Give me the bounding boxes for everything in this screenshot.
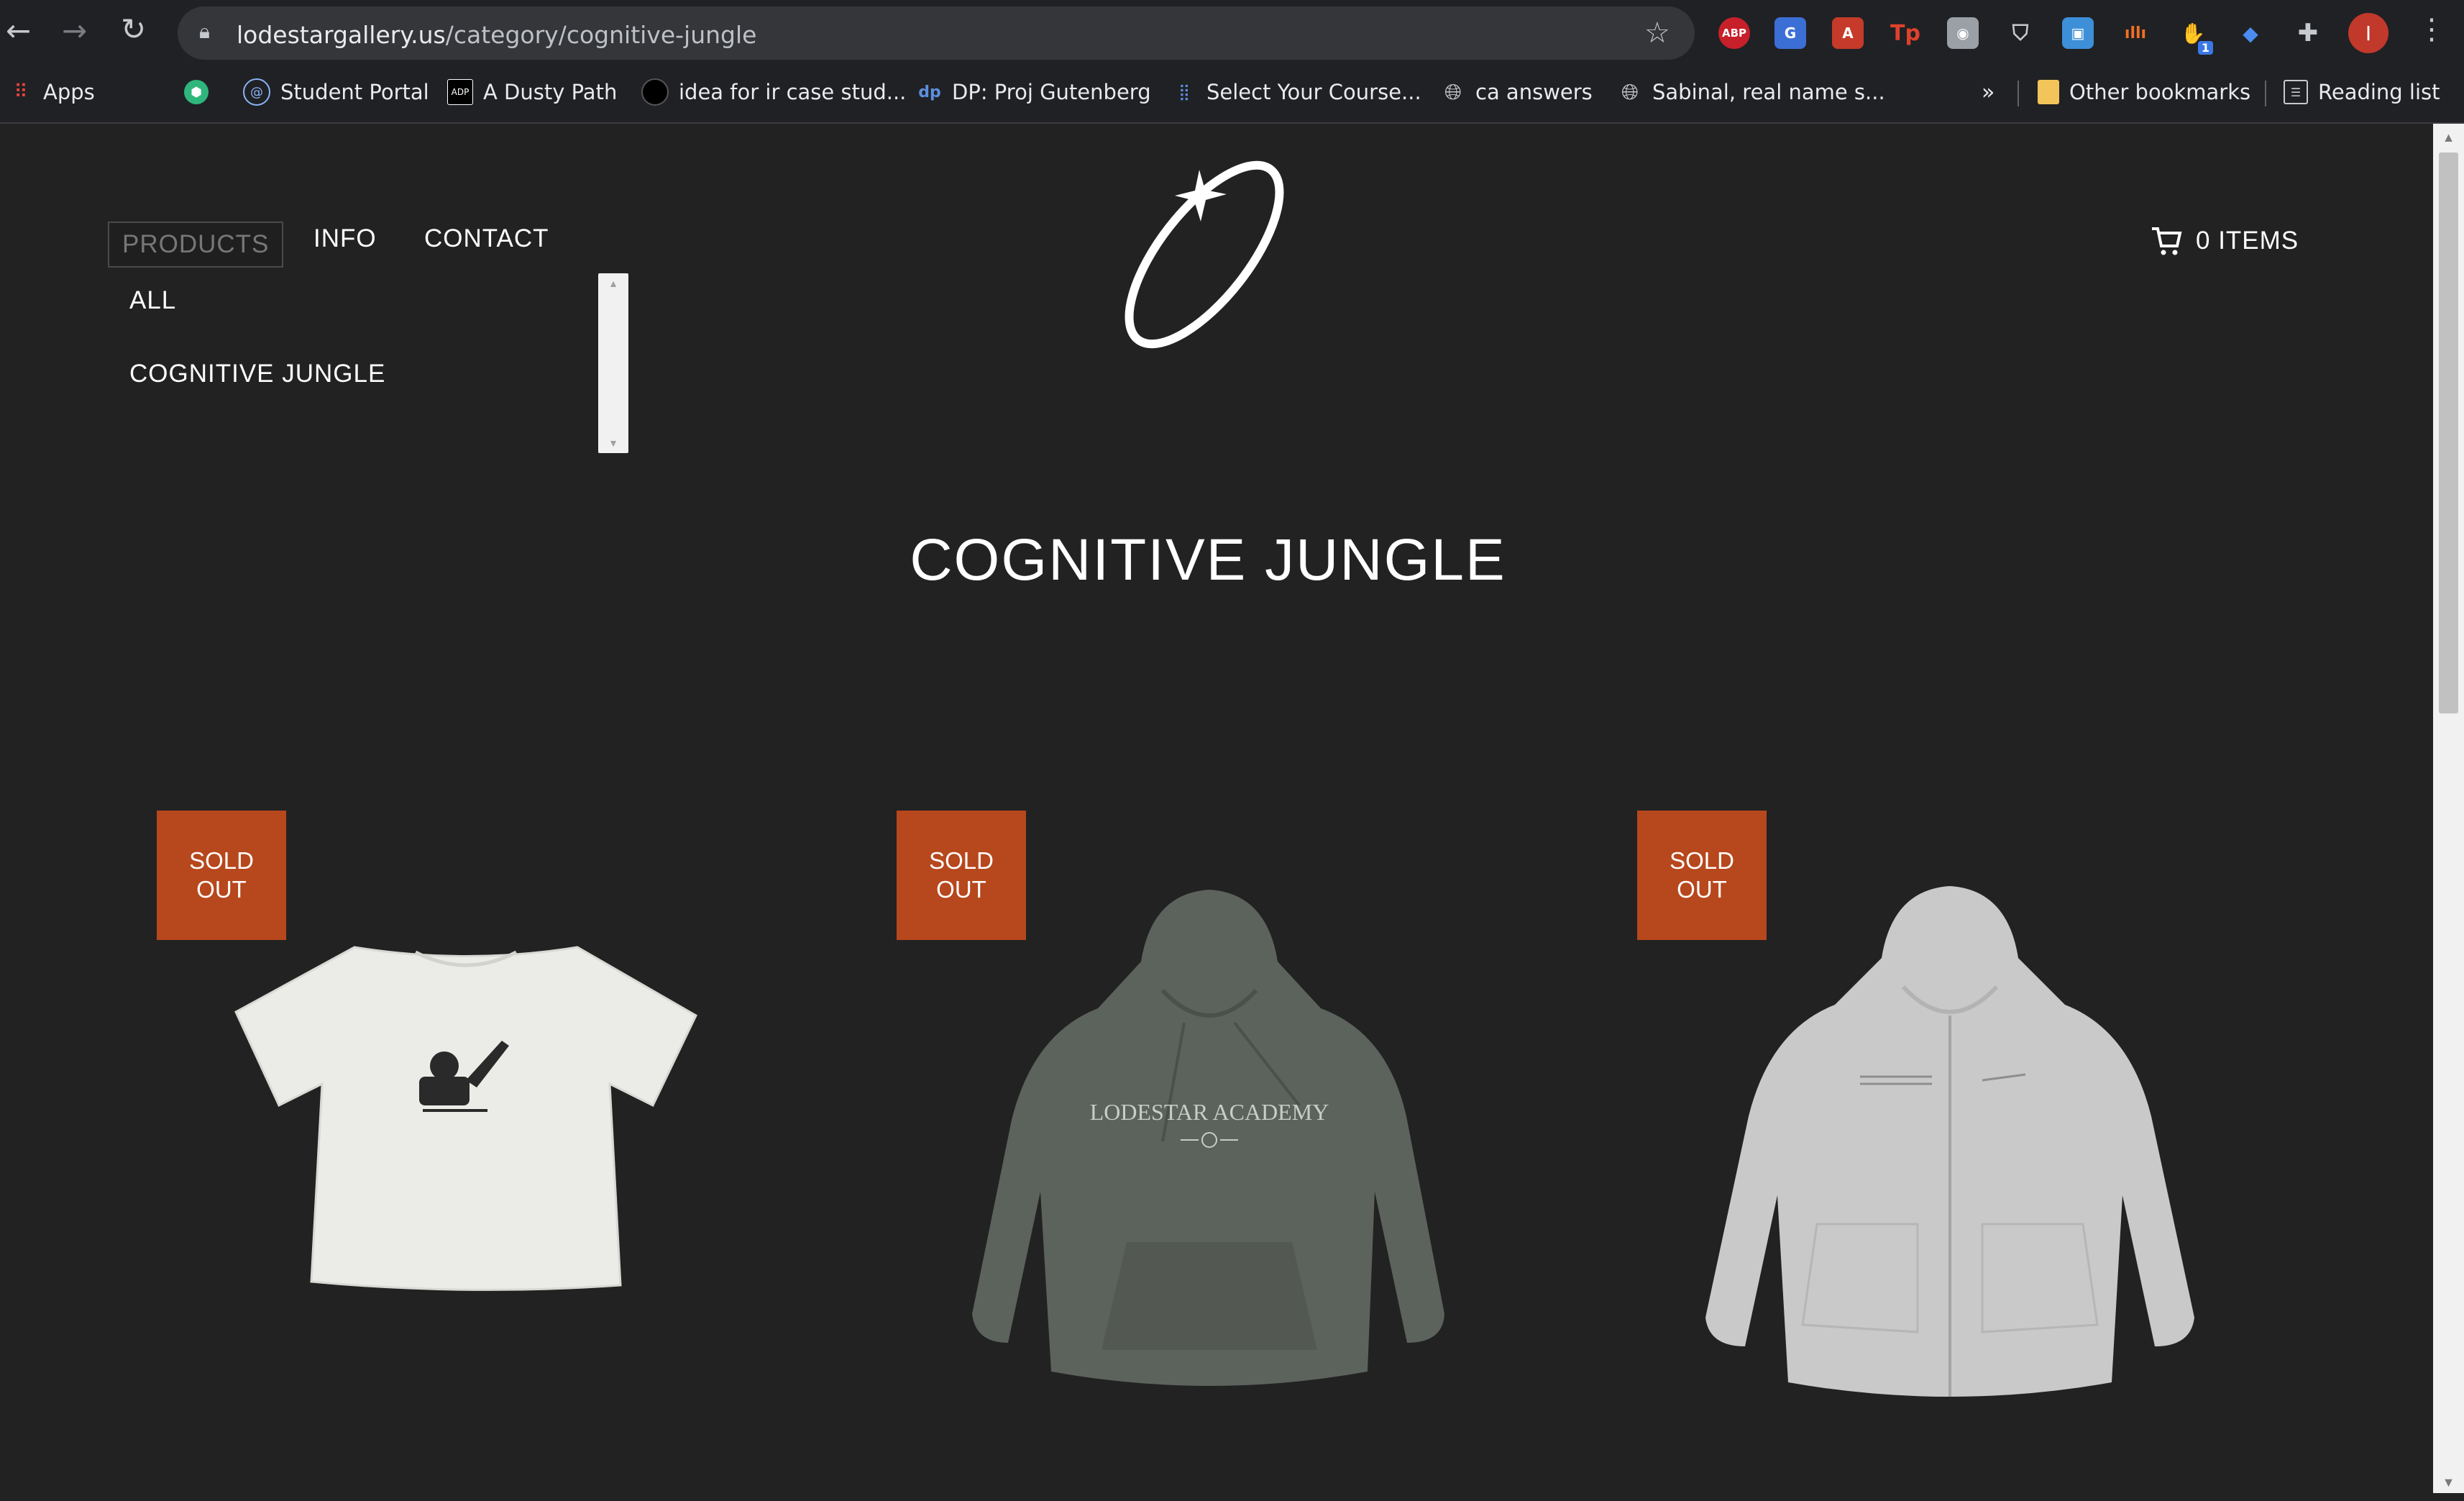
cart-icon bbox=[2152, 227, 2182, 255]
scroll-down-arrow-icon[interactable]: ▼ bbox=[598, 437, 628, 449]
page-title: COGNITIVE JUNGLE bbox=[910, 527, 1506, 593]
hand-icon[interactable]: ✋ 1 bbox=[2177, 17, 2213, 55]
bookmarks-overflow-button[interactable]: » bbox=[1982, 76, 1994, 108]
lock-icon: 🔒︎ bbox=[199, 19, 210, 43]
avatar[interactable]: I bbox=[2348, 13, 2389, 53]
product-card[interactable]: SOLD OUT bbox=[157, 811, 703, 1501]
product-image-tshirt[interactable] bbox=[229, 936, 703, 1296]
shield-icon: ⬢ bbox=[184, 80, 209, 104]
translate-icon[interactable]: G bbox=[1774, 17, 1806, 49]
url-text[interactable]: lodestargallery.us/category/cognitive-ju… bbox=[237, 21, 756, 49]
bookmark-dusty-path[interactable]: ADP A Dusty Path bbox=[447, 76, 617, 108]
nav-info[interactable]: INFO bbox=[313, 224, 377, 253]
cart-count: 0 ITEMS bbox=[2196, 227, 2299, 255]
bookmark-sabinal[interactable]: 🌐︎ Sabinal, real name s... bbox=[1618, 76, 1885, 108]
dp-icon: dp bbox=[918, 83, 941, 101]
adp-icon: ADP bbox=[447, 79, 473, 105]
back-icon[interactable]: ← bbox=[6, 13, 31, 48]
scroll-up-arrow-icon[interactable]: ▲ bbox=[598, 278, 628, 289]
bookmarks-bar: ⠿ Apps ⬢ @ Student Portal ADP A Dusty Pa… bbox=[0, 69, 2464, 112]
dots-icon: ⣿ bbox=[1178, 83, 1191, 101]
reload-icon[interactable]: ↻ bbox=[121, 12, 146, 47]
lodestar-logo[interactable] bbox=[1093, 147, 1309, 355]
reading-list-icon: ☰ bbox=[2284, 80, 2308, 104]
bookmark-ir-case-study[interactable]: idea for ir case stud... bbox=[641, 76, 906, 108]
pocket-icon[interactable]: ⛉ bbox=[2005, 17, 2036, 49]
cart-button[interactable]: 0 ITEMS bbox=[2150, 224, 2299, 257]
graduation-cap-icon[interactable]: ◆ bbox=[2235, 17, 2266, 49]
product-card[interactable]: SOLD OUT LODESTAR ACADEMY bbox=[897, 811, 1444, 1501]
scroll-down-arrow-icon[interactable]: ▼ bbox=[2433, 1472, 2464, 1493]
logo-orbit bbox=[1125, 160, 1284, 349]
bookmark-proj-gutenberg[interactable]: dp DP: Proj Gutenberg bbox=[917, 76, 1150, 108]
spiral-icon: @ bbox=[243, 78, 270, 106]
soundcloud-icon[interactable]: ıllı bbox=[2120, 17, 2151, 49]
nav-contact[interactable]: CONTACT bbox=[424, 224, 549, 253]
apps-grid-icon: ⠿ bbox=[14, 81, 28, 103]
bookmark-shield[interactable]: ⬢ bbox=[184, 76, 209, 108]
dropdown-item-cognitive-jungle[interactable]: COGNITIVE JUNGLE bbox=[129, 360, 385, 388]
address-bar[interactable]: 🔒︎ lodestargallery.us/category/cognitive… bbox=[178, 6, 1695, 60]
scroll-up-arrow-icon[interactable]: ▲ bbox=[2433, 127, 2464, 148]
sold-out-badge: SOLD OUT bbox=[157, 811, 286, 940]
page-content: PRODUCTS INFO CONTACT ALL COGNITIVE JUNG… bbox=[0, 124, 2433, 1493]
browser-chrome: ← → ↻ 🔒︎ lodestargallery.us/category/cog… bbox=[0, 0, 2464, 124]
reading-list[interactable]: ☰ Reading list bbox=[2284, 76, 2440, 108]
pdf-icon[interactable]: A bbox=[1832, 17, 1864, 49]
product-image-hoodie[interactable]: LODESTAR ACADEMY bbox=[968, 882, 1450, 1443]
product-image-zip-hoodie[interactable] bbox=[1702, 879, 2198, 1447]
puzzle-icon[interactable]: ✚ bbox=[2292, 17, 2324, 49]
scrollbar-thumb[interactable] bbox=[2439, 152, 2458, 713]
page-scrollbar[interactable]: ▲ ▼ bbox=[2433, 124, 2464, 1493]
product-card[interactable]: SOLD OUT bbox=[1637, 811, 2194, 1501]
products-dropdown: ALL COGNITIVE JUNGLE bbox=[108, 272, 629, 452]
bookmark-ca-answers[interactable]: 🌐︎ ca answers bbox=[1441, 76, 1593, 108]
bookmark-apps[interactable]: ⠿ Apps bbox=[9, 76, 94, 108]
screenshot-icon[interactable]: ◉ bbox=[1947, 17, 1979, 49]
bookmarks-divider bbox=[2018, 81, 2019, 106]
folder-icon bbox=[2038, 80, 2059, 104]
nav-products[interactable]: PRODUCTS bbox=[108, 222, 284, 268]
adblock-icon[interactable]: ABP bbox=[1718, 17, 1750, 49]
dropdown-scrollbar[interactable]: ▲ ▼ bbox=[598, 273, 628, 453]
dark-globe-icon bbox=[641, 78, 669, 106]
bookmarks-divider bbox=[2265, 81, 2266, 106]
forward-icon[interactable]: → bbox=[62, 13, 87, 48]
window-icon[interactable]: ▣ bbox=[2062, 17, 2094, 49]
extension-badge: 1 bbox=[2197, 41, 2213, 55]
bookmark-student-portal[interactable]: @ Student Portal bbox=[243, 76, 429, 108]
tp-icon[interactable]: Tp bbox=[1890, 17, 1921, 49]
bookmark-star-icon[interactable]: ☆ bbox=[1644, 17, 1670, 50]
dropdown-item-all[interactable]: ALL bbox=[129, 286, 176, 315]
bookmark-select-course[interactable]: ⣿ Select Your Course... bbox=[1172, 76, 1421, 108]
other-bookmarks[interactable]: Other bookmarks bbox=[2038, 76, 2250, 108]
menu-icon[interactable]: ⋮ bbox=[2417, 13, 2446, 46]
globe-icon: 🌐︎ bbox=[1621, 79, 1639, 105]
globe-icon: 🌐︎ bbox=[1444, 79, 1462, 105]
hoodie-print: LODESTAR ACADEMY bbox=[1090, 1099, 1329, 1125]
